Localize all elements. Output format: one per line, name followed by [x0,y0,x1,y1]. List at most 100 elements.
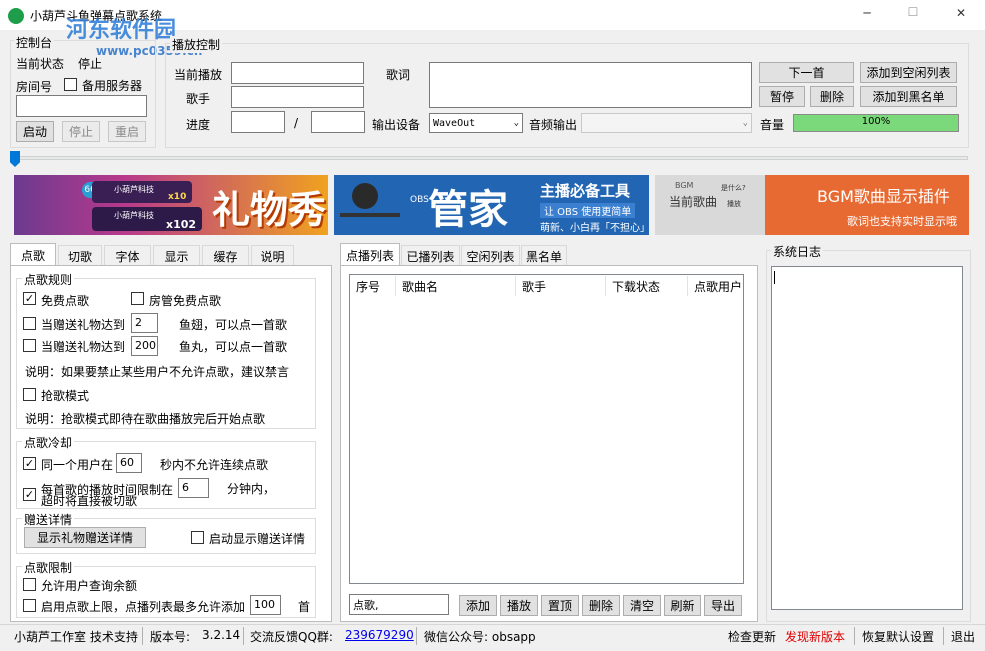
room-input[interactable] [16,95,147,117]
playlist-action-button[interactable]: 置顶 [541,595,579,616]
progress-label: 进度 [186,118,211,132]
tool-title: 主播必备工具 [540,182,631,200]
backup-server-checkbox[interactable] [64,78,77,91]
gift-show-banner[interactable]: 666 小葫芦科技 x10 小葫芦科技 x102 礼物秀 [14,175,328,235]
left-tab[interactable]: 字体 [104,245,151,266]
qq-group-link[interactable]: 239679290 [345,628,414,642]
add-blacklist-button[interactable]: 添加到黑名单 [860,86,957,107]
same-user-input[interactable]: 60 [116,453,142,473]
ball-gift-post: 鱼丸，可以点一首歌 [179,340,288,354]
audio-output-select[interactable]: ⌄ [581,113,752,133]
playlist-tab[interactable]: 已播列表 [401,245,460,266]
tool-sub2: 萌新、小白再「不担心」 [540,223,649,234]
seek-thumb[interactable] [10,151,20,167]
singer-field[interactable] [231,86,364,108]
divider [142,627,143,645]
column-header[interactable]: 下载状态 [606,276,688,296]
limits-group-title: 点歌限制 [22,559,75,576]
grab-mode-label: 抢歌模式 [41,389,90,403]
wing-gift-checkbox[interactable] [23,317,36,330]
column-header[interactable]: 点歌用户 [688,276,743,296]
playlist-tab[interactable]: 空闲列表 [461,245,520,266]
new-version-link[interactable]: 发现新版本 [785,628,845,645]
start-button[interactable]: 启动 [16,121,54,142]
time-limit-checkbox[interactable]: ✓ [23,488,36,501]
free-request-checkbox[interactable]: ✓ [23,292,36,305]
left-tab[interactable]: 显示 [153,245,200,266]
request-input[interactable]: 点歌, [349,594,449,615]
left-tab[interactable]: 点歌 [10,243,56,266]
column-header[interactable]: 序号 [350,276,396,296]
lyrics-area[interactable] [429,62,752,108]
maximize-button[interactable]: ☐ [898,5,928,19]
same-user-checkbox[interactable]: ✓ [23,457,36,470]
same-user-post: 秒内不允许连续点歌 [160,458,269,472]
progress-total-field[interactable] [311,111,365,133]
left-tab[interactable]: 切歌 [58,245,102,266]
left-tab[interactable]: 缓存 [202,245,249,266]
seek-track[interactable] [10,156,968,160]
add-idle-button[interactable]: 添加到空闲列表 [860,62,957,83]
delete-button[interactable]: 删除 [810,86,854,107]
playlist-action-button[interactable]: 刷新 [664,595,701,616]
gift-user1: 小葫芦科技 [114,185,154,194]
volume-bar[interactable]: 100% [793,114,959,132]
wing-gift-input[interactable]: 2 [131,313,158,333]
wechat-account: 微信公众号: obsapp [424,630,536,644]
obs-tool-banner[interactable]: OBS 管家 主播必备工具 让 OBS 使用更简单 萌新、小白再「不担心」 [334,175,649,235]
gift-x10: x10 [168,192,187,202]
version-label: 版本号: [150,630,191,644]
desk-illustration [340,213,400,217]
playlist-action-button[interactable]: 删除 [582,595,620,616]
auto-gift-detail-checkbox[interactable] [191,531,204,544]
request-cap-input[interactable]: 100 [250,595,281,615]
time-limit-input[interactable]: 6 [178,478,209,498]
ball-gift-input[interactable]: 200 [131,336,158,356]
time-limit-line2: 超时将直接被切歌 [41,494,138,508]
restart-button[interactable]: 重启 [108,121,146,142]
playlist-action-button[interactable]: 导出 [704,595,742,616]
playlist-action-button[interactable]: 播放 [500,595,538,616]
request-cap-checkbox[interactable] [23,599,36,612]
wing-gift-pre: 当赠送礼物达到 [41,318,126,332]
playlist-tab[interactable]: 黑名单 [521,245,567,266]
exit-link[interactable]: 退出 [951,628,975,645]
close-button[interactable]: ✕ [946,6,976,20]
playlist-tab[interactable]: 点播列表 [340,243,400,266]
stop-button[interactable]: 停止 [62,121,100,142]
current-play-field[interactable] [231,62,364,84]
column-header[interactable]: 歌曲名 [396,276,516,296]
ball-gift-checkbox[interactable] [23,339,36,352]
playlist-action-button[interactable]: 添加 [459,595,497,616]
playlist-action-button[interactable]: 清空 [623,595,661,616]
left-tab[interactable]: 说明 [251,245,294,266]
title-bar: 小葫芦斗鱼弹幕点歌系统 河东软件园 www.pc0359.cn ─ ☐ ✕ [0,0,985,58]
next-button[interactable]: 下一首 [759,62,854,83]
rules-group-title: 点歌规则 [22,271,75,288]
room-label: 房间号 [16,80,53,94]
query-balance-checkbox[interactable] [23,578,36,591]
divider [854,627,855,645]
output-device-select[interactable]: WaveOut ⌄ [429,113,523,133]
minimize-button[interactable]: ─ [852,6,882,20]
pause-button[interactable]: 暂停 [759,86,805,107]
bgm-plugin-banner[interactable]: BGM 当前歌曲 是什么? 播放 BGM歌曲显示插件 歌词也支持实时显示哦 [655,175,969,235]
restore-defaults-link[interactable]: 恢复默认设置 [862,628,934,645]
tool-sub1: 让 OBS 使用更简单 [540,203,636,218]
column-header[interactable]: 歌手 [516,276,606,296]
current-play-label: 当前播放 [174,68,223,82]
backup-server-label: 备用服务器 [82,79,143,93]
grab-mode-checkbox[interactable] [23,388,36,401]
playlist-list-view[interactable]: 序号 歌曲名 歌手 下载状态 点歌用户 [349,274,744,584]
wing-gift-post: 鱼翅，可以点一首歌 [179,318,288,332]
progress-current-field[interactable] [231,111,285,133]
ball-gift-pre: 当赠送礼物达到 [41,340,126,354]
show-gift-detail-button[interactable]: 显示礼物赠送详情 [24,527,146,548]
audio-output-label: 音频输出 [529,118,578,132]
divider [416,627,417,645]
gift-user2: 小葫芦科技 [114,211,154,220]
free-request-label: 免费点歌 [41,294,90,308]
admin-free-checkbox[interactable] [131,292,144,305]
check-update-link[interactable]: 检查更新 [728,628,776,645]
log-textarea[interactable] [771,266,963,610]
